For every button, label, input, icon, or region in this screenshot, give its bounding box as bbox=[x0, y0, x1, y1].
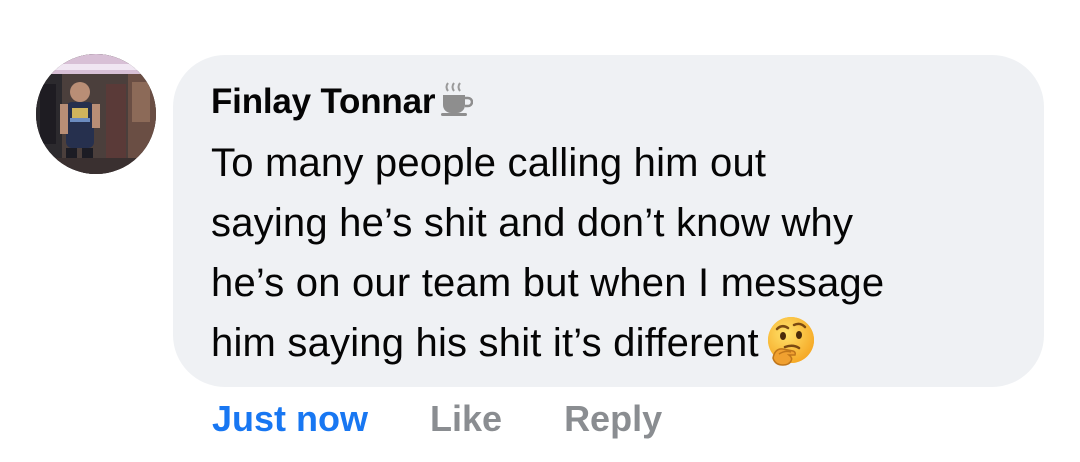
comment-text-line: him saying his shit it’s different bbox=[211, 321, 759, 365]
comment: Finlay Tonnar To many people calling him… bbox=[0, 0, 1080, 462]
comment-text-line: To many people calling him out bbox=[211, 141, 767, 185]
comment-text-line-last: him saying his shit it’s different bbox=[211, 313, 1021, 373]
thinking-face-icon bbox=[765, 314, 819, 368]
coffee-cup-icon bbox=[439, 80, 474, 118]
comment-text-line: he’s on our team but when I message bbox=[211, 261, 885, 305]
comment-actions: Just now Like Reply bbox=[212, 394, 662, 444]
comment-text-line: saying he’s shit and don’t know why bbox=[211, 201, 854, 245]
author-row: Finlay Tonnar bbox=[211, 77, 474, 127]
comment-bubble: Finlay Tonnar To many people calling him… bbox=[173, 55, 1044, 387]
comment-text: To many people calling him out saying he… bbox=[211, 133, 1021, 373]
avatar[interactable] bbox=[36, 54, 156, 174]
avatar-photo bbox=[36, 54, 156, 174]
timestamp-link[interactable]: Just now bbox=[212, 398, 368, 440]
reply-button[interactable]: Reply bbox=[564, 398, 662, 440]
like-button[interactable]: Like bbox=[430, 398, 502, 440]
author-name[interactable]: Finlay Tonnar bbox=[211, 82, 435, 122]
